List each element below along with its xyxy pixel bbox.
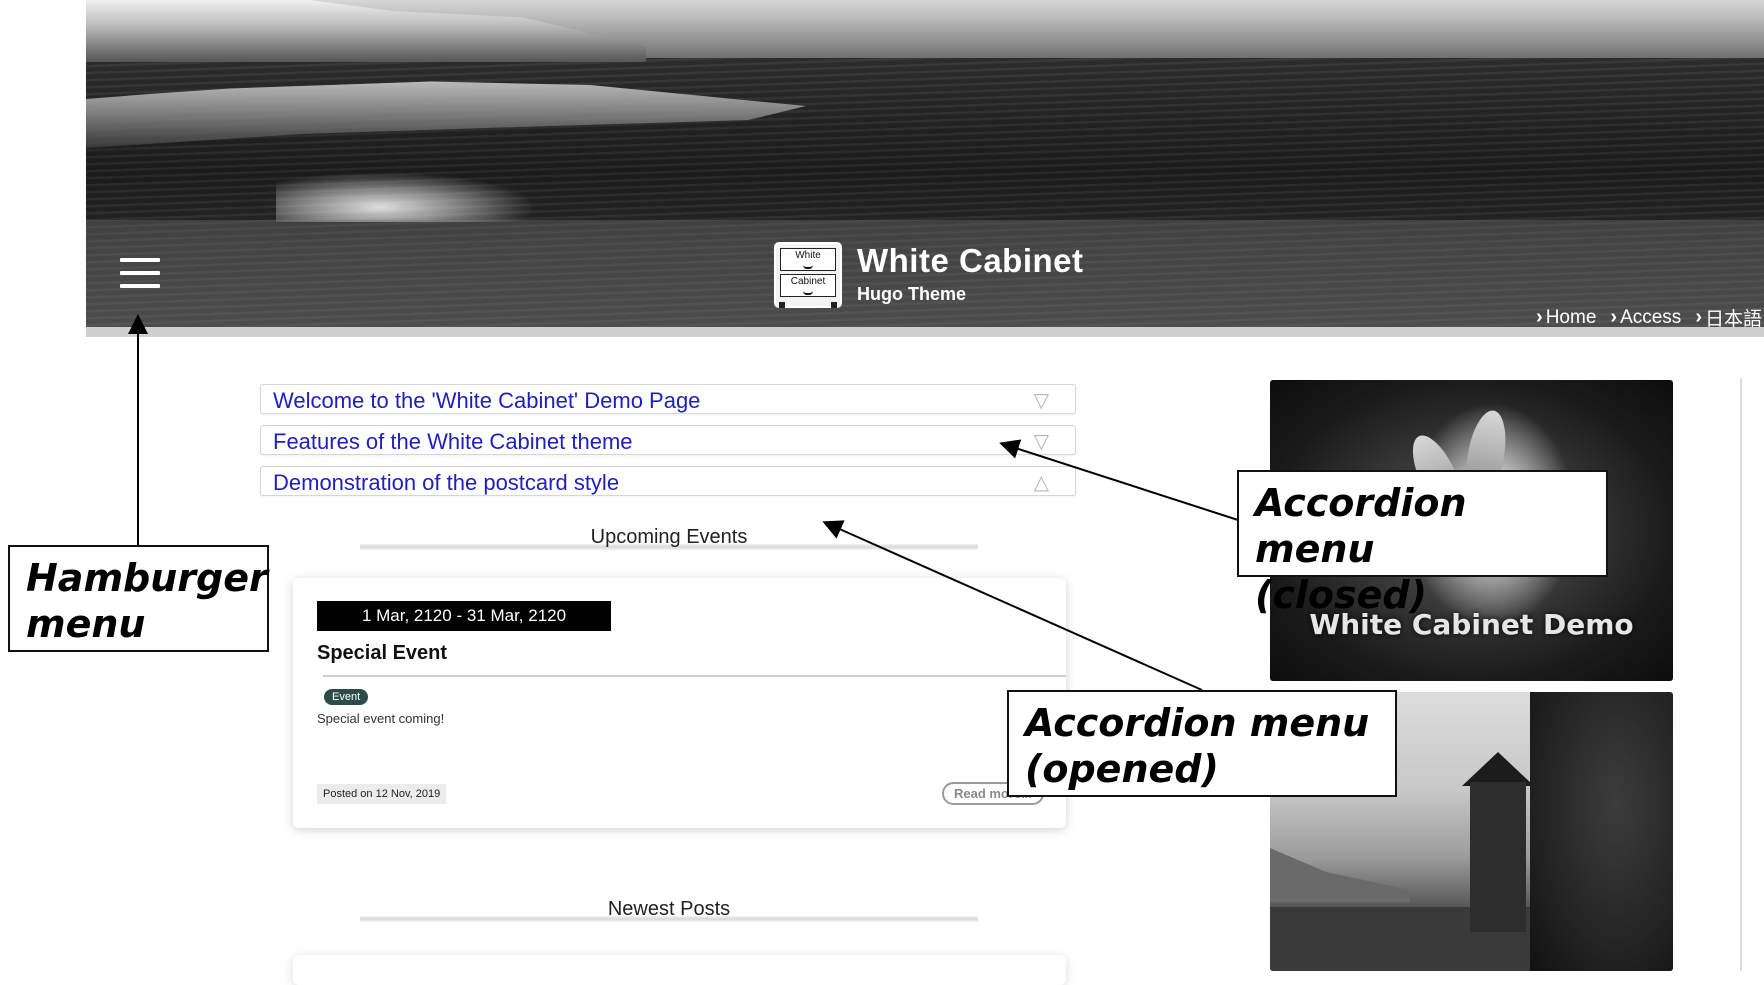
- callout-accordion-opened: Accordion menu (opened): [1007, 690, 1397, 797]
- callout-accordion-closed: Accordion menu (closed): [1237, 470, 1608, 617]
- callout-hamburger-menu: Hamburger menu: [8, 545, 269, 652]
